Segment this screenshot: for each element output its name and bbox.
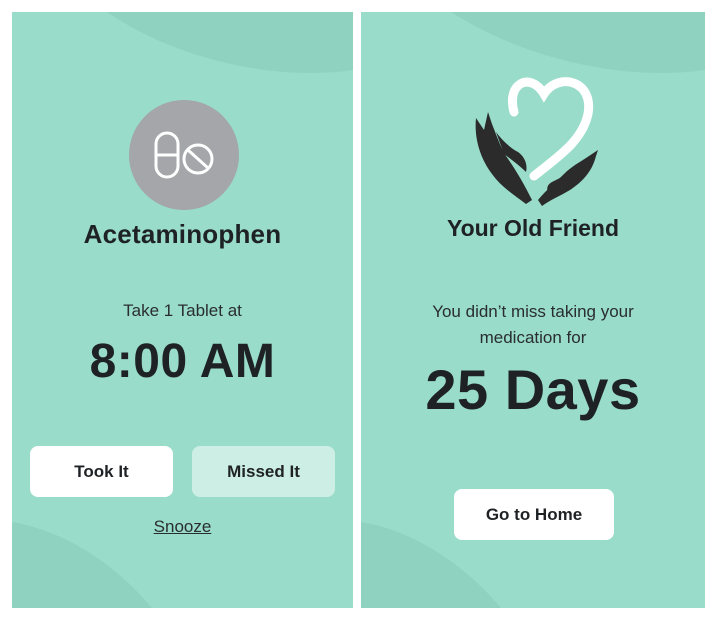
streak-message-line1: You didn’t miss taking your — [432, 302, 634, 321]
took-it-button[interactable]: Took It — [30, 446, 173, 497]
streak-screen: Your Old Friend You didn’t miss taking y… — [361, 12, 705, 608]
streak-days: 25 Days — [425, 358, 641, 421]
go-to-home-button[interactable]: Go to Home — [454, 489, 614, 540]
medication-name: Acetaminophen — [83, 219, 282, 249]
missed-it-button[interactable]: Missed It — [192, 446, 335, 497]
pills-icon — [154, 131, 214, 179]
medication-icon-circle — [129, 100, 239, 210]
streak-message-line2: medication for — [479, 328, 587, 347]
heart-hands-logo — [475, 77, 598, 206]
dose-time: 8:00 AM — [89, 335, 276, 388]
reminder-screen: Acetaminophen Take 1 Tablet at 8:00 AM T… — [12, 12, 353, 608]
dosage-instruction: Take 1 Tablet at — [123, 301, 242, 320]
brand-name: Your Old Friend — [446, 215, 620, 241]
snooze-link[interactable]: Snooze — [12, 517, 353, 537]
